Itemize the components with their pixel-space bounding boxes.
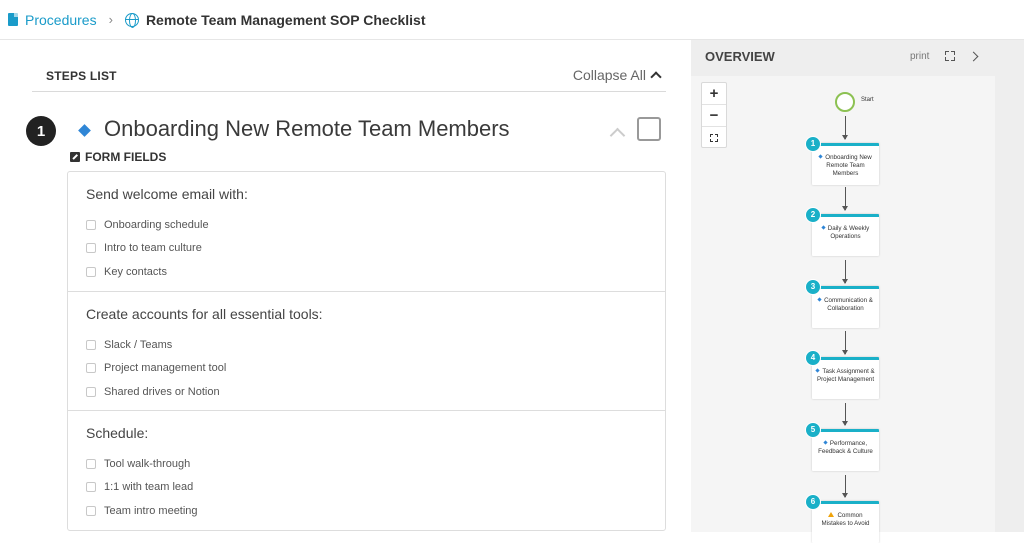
fit-view-button[interactable] [702, 127, 726, 149]
flow-arrow [842, 331, 848, 355]
checklist-item[interactable]: Intro to team culture [86, 237, 665, 261]
checklist-item-label: Project management tool [104, 362, 227, 375]
overview-scroll-area[interactable] [995, 76, 1024, 532]
page-title: Remote Team Management SOP Checklist [145, 11, 426, 28]
diamond-icon [818, 154, 823, 159]
checklist-item-label: 1:1 with team lead [104, 481, 194, 494]
overview-title: OVERVIEW [705, 49, 775, 64]
warning-icon [828, 512, 835, 517]
breadcrumb-procedures-link[interactable]: Procedures [25, 12, 97, 28]
overview-panel: OVERVIEW print + − Start 1 Onboarding Ne… [691, 40, 1024, 543]
flow-node[interactable]: 2 Daily & Weekly Operations [805, 207, 879, 256]
flow-node-number: 3 [805, 279, 821, 295]
edit-icon [70, 152, 80, 162]
expand-icon[interactable] [945, 51, 955, 61]
step-complete-checkbox[interactable] [637, 117, 661, 141]
diamond-icon [817, 297, 822, 302]
breadcrumb: Procedures › Remote Team Management SOP … [0, 0, 1024, 40]
flow-node-number: 6 [805, 494, 821, 510]
flow-node-label: Task Assignment & Project Management [816, 368, 875, 383]
step-title: Onboarding New Remote Team Members [104, 116, 510, 141]
diamond-icon [821, 225, 826, 230]
step-collapse-chevron-icon[interactable] [609, 127, 626, 144]
print-link[interactable]: print [910, 51, 929, 62]
checklist-item-label: Key contacts [104, 265, 167, 278]
collapse-all-label: Collapse All [572, 67, 646, 83]
form-fields-text: FORM FIELDS [85, 150, 167, 164]
breadcrumb-separator: › [108, 12, 113, 27]
checklist-item[interactable]: 1:1 with team lead [86, 476, 665, 500]
form-group: Schedule: Tool walk-through 1:1 with tea… [68, 411, 665, 530]
form-group-title: Create accounts for all essential tools: [86, 306, 323, 322]
checklist-item[interactable]: Tool walk-through [86, 452, 665, 476]
steps-panel: STEPS LIST Collapse All 1 Onboarding New… [0, 40, 680, 532]
form-group-title: Schedule: [86, 425, 149, 441]
start-node[interactable] [835, 92, 855, 112]
checklist-item[interactable]: Onboarding schedule [86, 213, 665, 237]
chevron-up-icon [650, 71, 662, 83]
checklist-item[interactable]: Key contacts [86, 260, 665, 284]
checklist-item-label: Team intro meeting [104, 504, 198, 517]
checkbox[interactable] [86, 339, 96, 350]
zoom-controls: + − [701, 82, 727, 148]
steps-list-title: STEPS LIST [46, 69, 117, 83]
globe-icon [124, 12, 139, 28]
checklist-item-label: Intro to team culture [104, 242, 202, 255]
chevron-right-icon[interactable] [968, 51, 979, 62]
collapse-all-button[interactable]: Collapse All [572, 67, 662, 83]
checkbox[interactable] [86, 505, 96, 516]
document-icon [8, 13, 18, 26]
diamond-icon [815, 368, 820, 373]
checklist-item[interactable]: Shared drives or Notion [86, 380, 665, 404]
checklist-item-label: Onboarding schedule [104, 218, 209, 231]
zoom-in-button[interactable]: + [702, 83, 726, 105]
diamond-icon [823, 440, 828, 445]
checkbox[interactable] [86, 266, 96, 277]
flow-arrow [842, 116, 848, 140]
flow-node-label: Communication & Collaboration [824, 297, 873, 312]
flow-node[interactable]: 3 Communication & Collaboration [805, 279, 879, 328]
flow-arrow [842, 475, 848, 498]
checklist-item[interactable]: Team intro meeting [86, 499, 665, 523]
checklist-item-label: Tool walk-through [104, 457, 191, 470]
flow-node-label: Daily & Weekly Operations [827, 225, 870, 240]
flow-node-number: 5 [805, 422, 821, 438]
form-group: Send welcome email with: Onboarding sche… [68, 172, 665, 292]
flow-node[interactable]: 6 Common Mistakes to Avoid [805, 494, 879, 543]
flow-node-number: 1 [805, 136, 821, 152]
checklist-item-label: Shared drives or Notion [104, 385, 220, 398]
flow-node[interactable]: 1 Onboarding New Remote Team Members [805, 136, 879, 185]
flow-node[interactable]: 4 Task Assignment & Project Management [805, 350, 879, 399]
flow-node-label: Onboarding New Remote Team Members [825, 154, 872, 177]
flow-arrow [842, 187, 848, 211]
steps-list-header: STEPS LIST Collapse All [32, 66, 666, 92]
flow-arrow [842, 403, 848, 426]
checkbox[interactable] [86, 482, 96, 493]
checkbox[interactable] [86, 458, 96, 469]
fit-screen-icon [710, 134, 718, 142]
checkbox[interactable] [86, 243, 96, 254]
form-group-title: Send welcome email with: [86, 186, 248, 202]
flowchart-canvas[interactable]: + − Start 1 Onboarding New Remote Team M… [691, 76, 995, 543]
zoom-out-button[interactable]: − [702, 105, 726, 127]
checklist-item[interactable]: Project management tool [86, 357, 665, 381]
step-number-badge: 1 [26, 116, 56, 146]
checkbox[interactable] [86, 386, 96, 397]
flow-node-number: 4 [805, 350, 821, 366]
start-label: Start [861, 97, 874, 103]
checkbox[interactable] [86, 219, 96, 230]
form-group: Create accounts for all essential tools:… [68, 292, 665, 411]
checkbox[interactable] [86, 363, 96, 374]
form-fields-box: Send welcome email with: Onboarding sche… [67, 171, 666, 531]
flow-arrow [842, 260, 848, 284]
checklist-item[interactable]: Slack / Teams [86, 333, 665, 357]
flow-node[interactable]: 5 Performance, Feedback & Culture [805, 422, 879, 471]
form-fields-label: FORM FIELDS [70, 150, 166, 164]
flow-node-number: 2 [805, 207, 821, 223]
diamond-icon [78, 124, 91, 137]
checklist-item-label: Slack / Teams [104, 338, 173, 351]
